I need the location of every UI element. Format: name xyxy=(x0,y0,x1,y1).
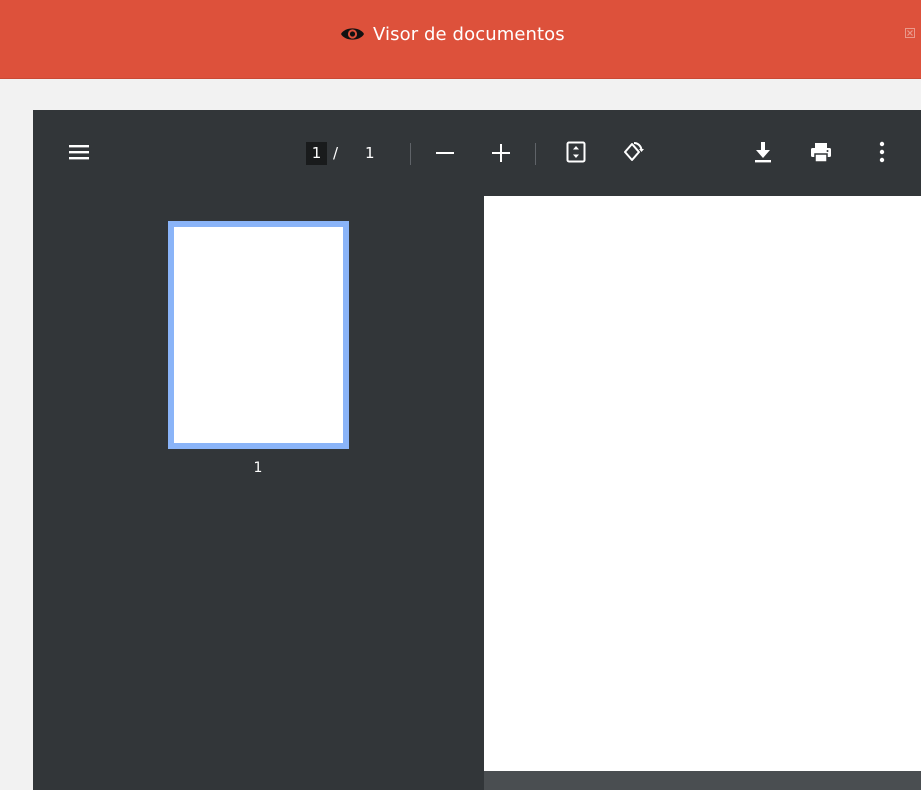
page-thumbnail[interactable] xyxy=(168,221,349,449)
eye-icon xyxy=(340,25,365,43)
print-icon[interactable] xyxy=(809,140,833,168)
zoom-in-icon[interactable] xyxy=(491,143,511,167)
dialog-title: Visor de documentos xyxy=(373,23,565,45)
thumbnail-page-label: 1 xyxy=(253,460,263,476)
dialog-header: Visor de documentos xyxy=(0,0,921,79)
pdf-viewer: 1 / 1 1 xyxy=(33,110,921,790)
page-number-input[interactable]: 1 xyxy=(306,142,327,165)
document-view xyxy=(484,196,921,790)
rotate-icon[interactable] xyxy=(622,140,644,168)
viewer-toolbar: 1 / 1 xyxy=(33,110,921,196)
close-icon[interactable] xyxy=(905,23,915,38)
zoom-out-icon[interactable] xyxy=(435,145,455,165)
thumbnail-sidebar: 1 xyxy=(33,196,484,790)
document-page xyxy=(484,196,921,771)
total-pages: 1 xyxy=(365,144,375,162)
more-vert-icon[interactable] xyxy=(878,141,886,167)
download-icon[interactable] xyxy=(753,140,773,168)
toolbar-divider xyxy=(535,143,536,165)
fit-to-page-icon[interactable] xyxy=(566,141,586,167)
menu-icon[interactable] xyxy=(69,144,89,164)
horizontal-scrollbar[interactable] xyxy=(484,771,921,790)
dialog-title-group: Visor de documentos xyxy=(340,22,565,46)
page-separator: / xyxy=(333,144,339,162)
toolbar-divider xyxy=(410,143,411,165)
